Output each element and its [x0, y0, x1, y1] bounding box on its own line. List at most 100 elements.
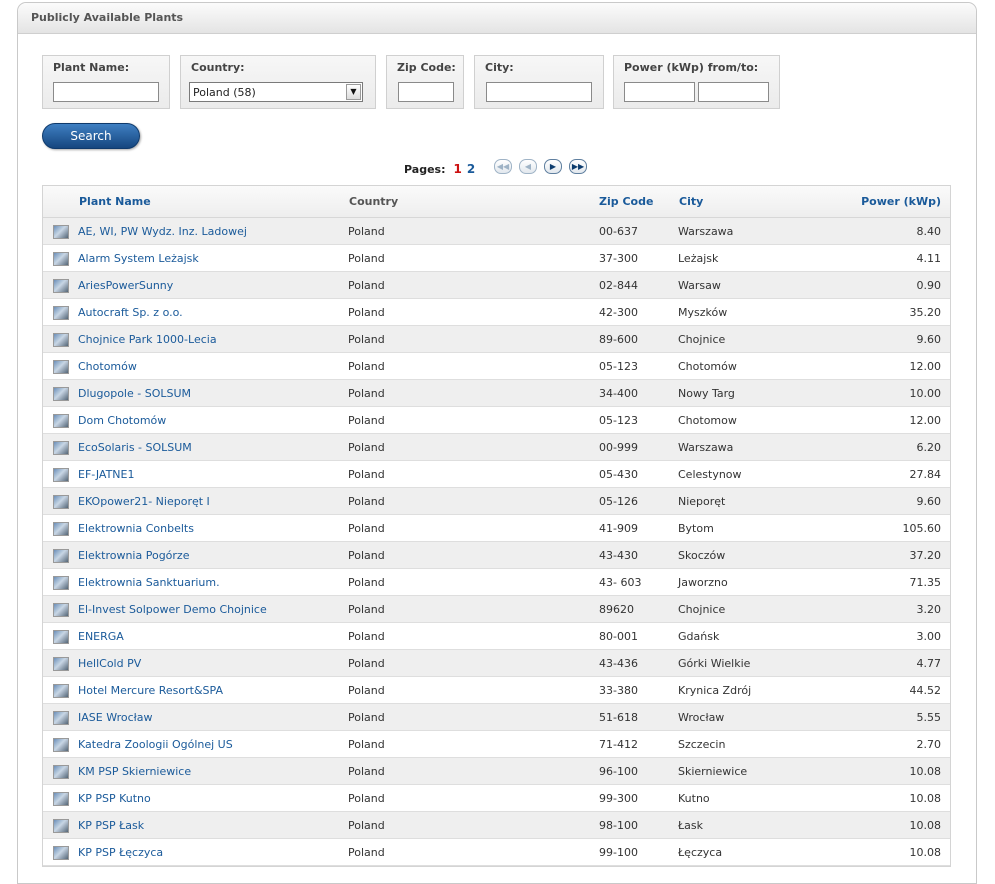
- plant-thumbnail-icon[interactable]: [53, 252, 69, 266]
- prev-page-icon[interactable]: ◀: [519, 159, 537, 174]
- plant-thumbnail-icon[interactable]: [53, 414, 69, 428]
- plant-name-link[interactable]: Dom Chotomów: [78, 414, 166, 427]
- plant-thumbnail-icon[interactable]: [53, 225, 69, 239]
- zip-code-cell: 80-001: [599, 630, 638, 643]
- plant-name-link[interactable]: Dlugopole - SOLSUM: [78, 387, 191, 400]
- table-row: EcoSolaris - SOLSUM Poland 00-999 Warszawa 6…: [43, 434, 950, 461]
- plant-thumbnail-icon[interactable]: [53, 306, 69, 320]
- plant-thumbnail-icon[interactable]: [53, 468, 69, 482]
- plant-thumbnail-icon[interactable]: [53, 576, 69, 590]
- city-cell: Warszawa: [678, 225, 734, 238]
- plant-name-link[interactable]: Katedra Zoologii Ogólnej US: [78, 738, 233, 751]
- plant-name-link[interactable]: AriesPowerSunny: [78, 279, 173, 292]
- country-select-value: Poland (58): [193, 86, 256, 99]
- zip-label: Zip Code:: [397, 61, 456, 74]
- plant-thumbnail-icon[interactable]: [53, 846, 69, 860]
- plant-name-link[interactable]: Elektrownia Pogórze: [78, 549, 189, 562]
- plant-name-link[interactable]: KP PSP Kutno: [78, 792, 151, 805]
- column-header-country: Country: [349, 195, 399, 208]
- plant-name-link[interactable]: El-Invest Solpower Demo Chojnice: [78, 603, 267, 616]
- country-cell: Poland: [348, 684, 385, 697]
- plant-name-link[interactable]: EcoSolaris - SOLSUM: [78, 441, 192, 454]
- plant-name-link[interactable]: KM PSP Skierniewice: [78, 765, 191, 778]
- first-page-icon[interactable]: ◀◀: [494, 159, 512, 174]
- zip-code-cell: 43-430: [599, 549, 638, 562]
- panel-title: Publicly Available Plants: [31, 11, 184, 24]
- plant-thumbnail-icon[interactable]: [53, 360, 69, 374]
- plant-thumbnail-icon[interactable]: [53, 441, 69, 455]
- plant-name-link[interactable]: EKOpower21- Nieporęt I: [78, 495, 210, 508]
- power-cell: 9.60: [916, 495, 942, 508]
- table-row: IASE Wrocław Poland 51-618 Wrocław 5.55: [43, 704, 950, 731]
- column-header-city[interactable]: City: [679, 195, 703, 208]
- zip-code-cell: 43-436: [599, 657, 638, 670]
- search-button[interactable]: Search: [42, 123, 140, 149]
- plant-name-link[interactable]: ENERGA: [78, 630, 124, 643]
- country-cell: Poland: [348, 360, 385, 373]
- chevron-down-icon[interactable]: ▼: [346, 84, 361, 100]
- plant-thumbnail-icon[interactable]: [53, 549, 69, 563]
- plant-thumbnail-icon[interactable]: [53, 279, 69, 293]
- plant-thumbnail-icon[interactable]: [53, 765, 69, 779]
- plant-name-link[interactable]: EF-JATNE1: [78, 468, 134, 481]
- table-row: Elektrownia Pogórze Poland 43-430 Skoczów 37…: [43, 542, 950, 569]
- plant-thumbnail-icon[interactable]: [53, 711, 69, 725]
- city-cell: Chojnice: [678, 333, 726, 346]
- power-from-input[interactable]: [624, 82, 695, 102]
- plant-thumbnail-icon[interactable]: [53, 522, 69, 536]
- table-row: EKOpower21- Nieporęt I Poland 05-126 Niepor…: [43, 488, 950, 515]
- page-link-1[interactable]: 1: [453, 162, 461, 176]
- plant-thumbnail-icon[interactable]: [53, 630, 69, 644]
- city-cell: Chojnice: [678, 603, 726, 616]
- plant-name-link[interactable]: IASE Wrocław: [78, 711, 153, 724]
- zip-code-cell: 51-618: [599, 711, 638, 724]
- power-cell: 37.20: [909, 549, 942, 562]
- plant-thumbnail-icon[interactable]: [53, 495, 69, 509]
- plant-name-link[interactable]: Elektrownia Sanktuarium.: [78, 576, 220, 589]
- zip-code-cell: 00-637: [599, 225, 638, 238]
- country-cell: Poland: [348, 819, 385, 832]
- plant-name-link[interactable]: Chojnice Park 1000-Lecia: [78, 333, 217, 346]
- plant-thumbnail-icon[interactable]: [53, 387, 69, 401]
- city-cell: Kutno: [678, 792, 710, 805]
- column-header-power[interactable]: Power (kWp): [861, 195, 941, 208]
- page-link-2[interactable]: 2: [467, 162, 475, 176]
- plant-name-link[interactable]: Chotomów: [78, 360, 137, 373]
- city-cell: Wrocław: [678, 711, 725, 724]
- plant-name-input[interactable]: [53, 82, 159, 102]
- plant-name-link[interactable]: HellCold PV: [78, 657, 141, 670]
- country-cell: Poland: [348, 279, 385, 292]
- zip-code-cell: 42-300: [599, 306, 638, 319]
- country-select[interactable]: Poland (58) ▼: [189, 82, 363, 102]
- column-header-zip-code[interactable]: Zip Code: [599, 195, 653, 208]
- zip-input[interactable]: [398, 82, 454, 102]
- city-input[interactable]: [486, 82, 592, 102]
- last-page-icon[interactable]: ▶▶: [569, 159, 587, 174]
- plants-table: Plant Name Country Zip Code City Power (…: [42, 185, 951, 867]
- plant-name-link[interactable]: Autocraft Sp. z o.o.: [78, 306, 183, 319]
- power-cell: 3.00: [916, 630, 942, 643]
- plant-name-link[interactable]: Hotel Mercure Resort&SPA: [78, 684, 223, 697]
- next-page-icon[interactable]: ▶: [544, 159, 562, 174]
- pagination: Pages: 1 2: [404, 162, 475, 176]
- plant-thumbnail-icon[interactable]: [53, 603, 69, 617]
- plant-thumbnail-icon[interactable]: [53, 792, 69, 806]
- plant-name-link[interactable]: AE, WI, PW Wydz. Inz. Ladowej: [78, 225, 247, 238]
- plant-thumbnail-icon[interactable]: [53, 819, 69, 833]
- pages-label: Pages:: [404, 163, 446, 176]
- city-cell: Celestynow: [678, 468, 742, 481]
- country-cell: Poland: [348, 468, 385, 481]
- plant-name-link[interactable]: Alarm System Leżajsk: [78, 252, 199, 265]
- table-row: AE, WI, PW Wydz. Inz. Ladowej Poland 00-63…: [43, 218, 950, 245]
- plant-name-link[interactable]: KP PSP Łęczyca: [78, 846, 163, 859]
- column-header-plant-name[interactable]: Plant Name: [79, 195, 151, 208]
- power-to-input[interactable]: [698, 82, 769, 102]
- plant-thumbnail-icon[interactable]: [53, 657, 69, 671]
- plant-name-link[interactable]: Elektrownia Conbelts: [78, 522, 194, 535]
- plant-name-link[interactable]: KP PSP Łask: [78, 819, 144, 832]
- plant-thumbnail-icon[interactable]: [53, 333, 69, 347]
- plant-thumbnail-icon[interactable]: [53, 684, 69, 698]
- plant-thumbnail-icon[interactable]: [53, 738, 69, 752]
- city-cell: Bytom: [678, 522, 714, 535]
- city-cell: Gdańsk: [678, 630, 720, 643]
